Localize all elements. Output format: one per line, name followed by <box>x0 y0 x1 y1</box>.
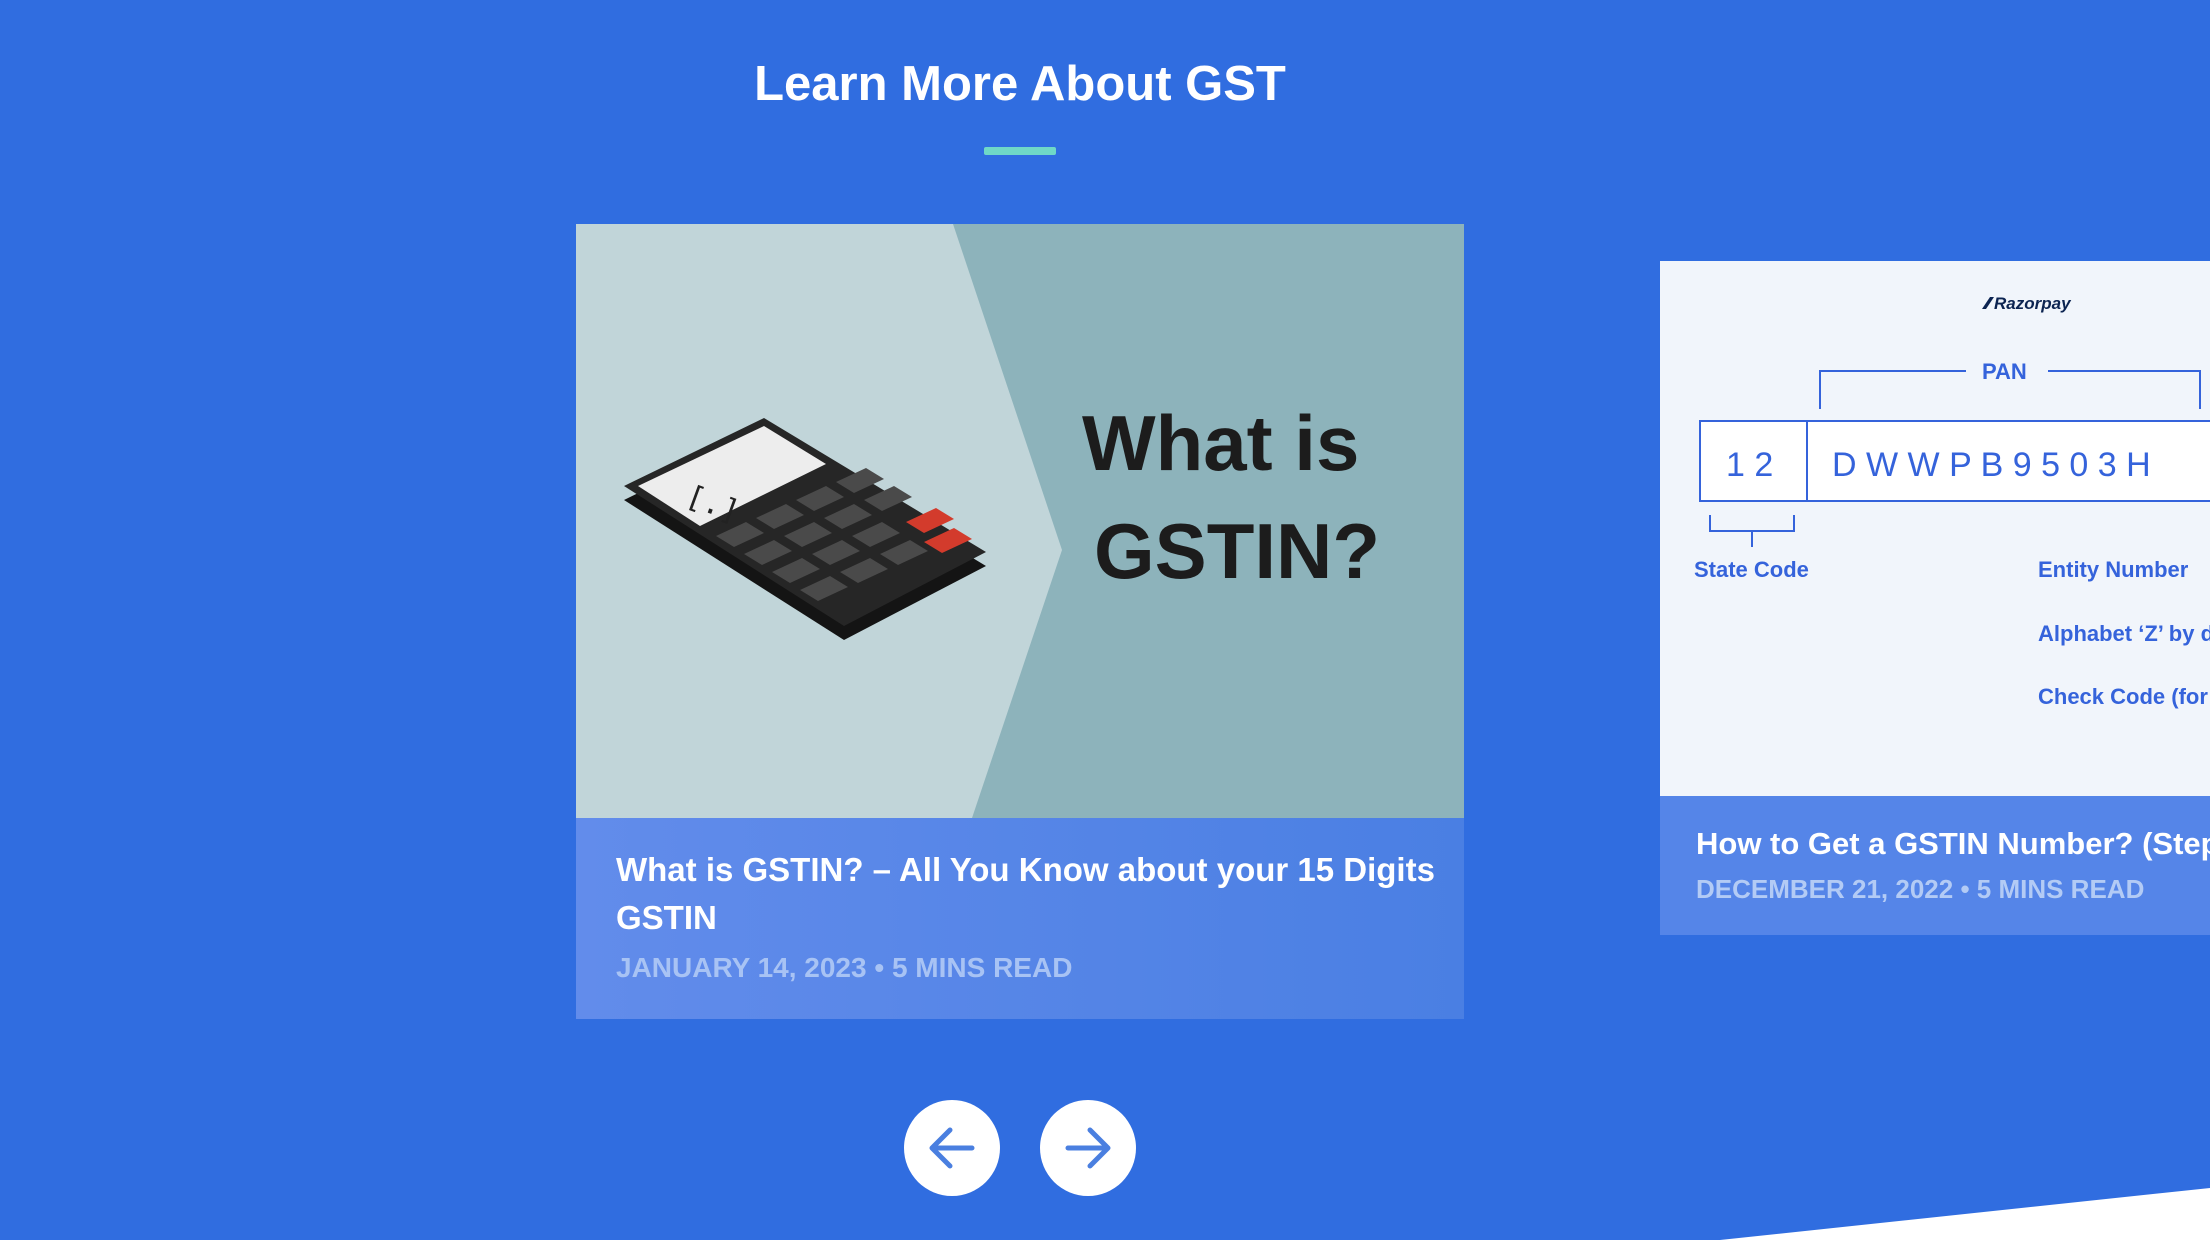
section-divider-wedge <box>1720 1188 2210 1240</box>
